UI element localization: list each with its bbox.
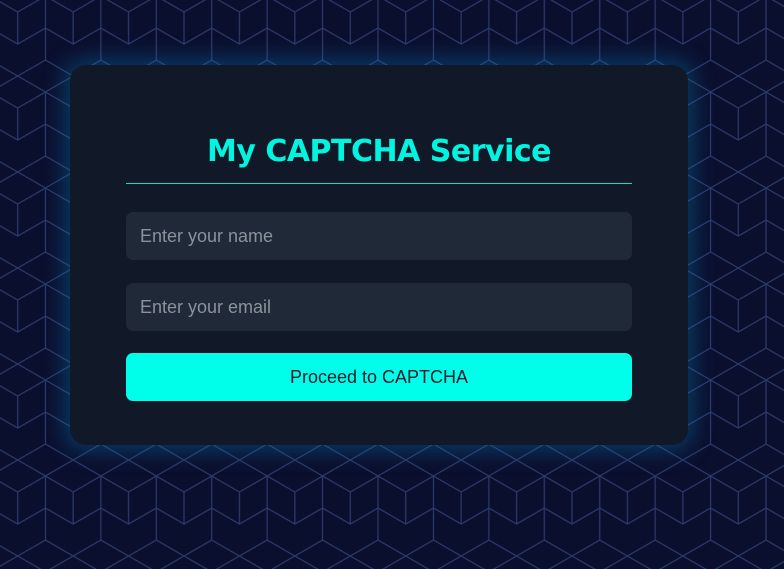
name-input[interactable]	[126, 212, 632, 260]
captcha-form-card: My CAPTCHA Service Proceed to CAPTCHA	[70, 65, 688, 445]
email-input[interactable]	[126, 283, 632, 331]
title-divider	[126, 183, 632, 184]
proceed-to-captcha-button[interactable]: Proceed to CAPTCHA	[126, 353, 632, 401]
page-title: My CAPTCHA Service	[206, 134, 552, 169]
